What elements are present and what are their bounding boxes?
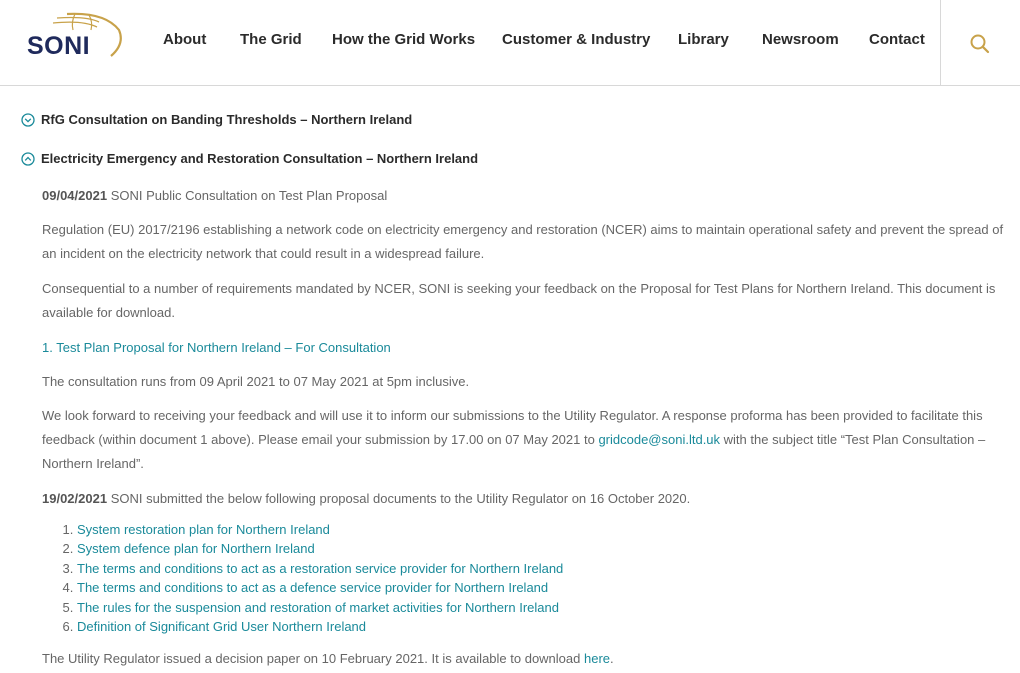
nav-item-library[interactable]: Library xyxy=(678,31,729,48)
here-link[interactable]: here xyxy=(584,651,610,666)
nav-item-newsroom[interactable]: Newsroom xyxy=(762,31,839,48)
doc-link[interactable]: The terms and conditions to act as a def… xyxy=(77,580,548,595)
accordion-item-rfg[interactable]: RfG Consultation on Banding Thresholds –… xyxy=(21,112,412,127)
list-item: System defence plan for Northern Ireland xyxy=(77,539,563,558)
search-button[interactable] xyxy=(940,0,1020,85)
test-plan-link[interactable]: Test Plan Proposal for Northern Ireland … xyxy=(56,340,391,355)
list-item: Definition of Significant Grid User Nort… xyxy=(77,617,563,636)
chevron-down-icon xyxy=(21,112,35,127)
accordion-item-ncer[interactable]: Electricity Emergency and Restoration Co… xyxy=(21,151,478,166)
nav-item-customer-industry[interactable]: Customer & Industry xyxy=(502,31,650,48)
update-heading-2: 19/02/2021 SONI submitted the below foll… xyxy=(42,491,691,506)
logo-wordmark: SONI xyxy=(27,32,91,60)
update-date: 09/04/2021 xyxy=(42,188,108,203)
doc-link[interactable]: The terms and conditions to act as a res… xyxy=(77,561,563,576)
list-item: The terms and conditions to act as a res… xyxy=(77,559,563,578)
doc-link[interactable]: System restoration plan for Northern Ire… xyxy=(77,522,330,537)
accordion-title: Electricity Emergency and Restoration Co… xyxy=(41,151,479,166)
update-heading-1: 09/04/2021 SONI Public Consultation on T… xyxy=(42,188,388,203)
paragraph-dates: The consultation runs from 09 April 2021… xyxy=(42,374,470,389)
nav-item-about[interactable]: About xyxy=(163,31,206,48)
list-item: The terms and conditions to act as a def… xyxy=(77,578,563,597)
chevron-up-icon xyxy=(21,151,35,166)
doc-link[interactable]: System defence plan for Northern Ireland xyxy=(77,541,315,556)
paragraph-decision: The Utility Regulator issued a decision … xyxy=(42,651,614,666)
document-list: System restoration plan for Northern Ire… xyxy=(42,520,563,636)
search-icon xyxy=(970,34,990,54)
nav-item-the-grid[interactable]: The Grid xyxy=(240,31,302,48)
document-link-line: 1. Test Plan Proposal for Northern Irela… xyxy=(42,340,391,355)
paragraph-consequential: Consequential to a number of requirement… xyxy=(42,281,996,320)
nav-item-how-the-grid-works[interactable]: How the Grid Works xyxy=(332,31,475,48)
paragraph-regulation: Regulation (EU) 2017/2196 establishing a… xyxy=(42,222,1004,261)
accordion-title: RfG Consultation on Banding Thresholds –… xyxy=(41,112,413,127)
doc-link[interactable]: Definition of Significant Grid User Nort… xyxy=(77,619,366,634)
list-item: System restoration plan for Northern Ire… xyxy=(77,520,563,539)
doc-link[interactable]: The rules for the suspension and restora… xyxy=(77,600,559,615)
list-item: The rules for the suspension and restora… xyxy=(77,598,563,617)
site-header: SONI About The Grid How the Grid Works C… xyxy=(0,0,1020,86)
update-date: 19/02/2021 xyxy=(42,491,108,506)
soni-logo[interactable]: SONI xyxy=(27,10,122,62)
paragraph-feedback: We look forward to receiving your feedba… xyxy=(42,408,986,471)
email-link[interactable]: gridcode@soni.ltd.uk xyxy=(598,432,720,447)
page-content: RfG Consultation on Banding Thresholds –… xyxy=(0,0,1020,673)
nav-item-contact[interactable]: Contact xyxy=(869,31,925,48)
